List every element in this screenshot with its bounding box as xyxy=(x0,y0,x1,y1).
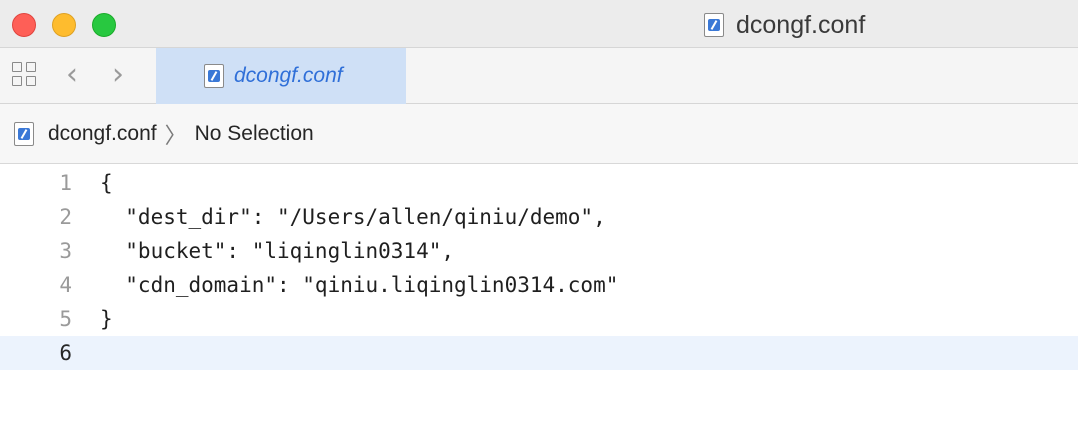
toolbar: ‹ › dcongf.conf xyxy=(0,48,1078,104)
title-bar: dcongf.conf xyxy=(0,0,1078,48)
code-text[interactable]: "dest_dir": "/Users/allen/qiniu/demo", xyxy=(100,200,605,234)
line-number: 5 xyxy=(59,307,72,331)
line-number: 1 xyxy=(59,171,72,195)
forward-chevron-icon[interactable]: › xyxy=(112,60,124,90)
code-text[interactable]: "cdn_domain": "qiniu.liqinglin0314.com" xyxy=(100,268,618,302)
tab-label: dcongf.conf xyxy=(234,64,343,87)
code-text[interactable]: } xyxy=(100,302,113,336)
code-line[interactable]: 4 "cdn_domain": "qiniu.liqinglin0314.com… xyxy=(0,268,1078,302)
breadcrumb: dcongf.conf 〉 No Selection xyxy=(0,104,1078,164)
code-text[interactable]: { xyxy=(100,166,113,200)
code-line[interactable]: 1 { xyxy=(0,166,1078,200)
code-line[interactable]: 2 "dest_dir": "/Users/allen/qiniu/demo", xyxy=(0,200,1078,234)
code-editor[interactable]: 1 { 2 "dest_dir": "/Users/allen/qiniu/de… xyxy=(0,164,1078,422)
close-window-button[interactable] xyxy=(12,13,36,37)
window-title: dcongf.conf xyxy=(736,10,866,39)
tab-dcongf-conf[interactable]: dcongf.conf xyxy=(156,48,406,104)
zoom-window-button[interactable] xyxy=(92,13,116,37)
minimize-window-button[interactable] xyxy=(52,13,76,37)
breadcrumb-chevron-icon: 〉 xyxy=(164,123,187,149)
line-number: 4 xyxy=(59,273,72,297)
current-code-line[interactable]: 6 xyxy=(0,336,1078,370)
code-text[interactable]: "bucket": "liqinglin0314", xyxy=(100,234,454,268)
breadcrumb-file[interactable]: dcongf.conf xyxy=(48,122,157,146)
breadcrumb-selection[interactable]: No Selection xyxy=(195,122,314,146)
conf-file-icon xyxy=(204,64,224,88)
code-line[interactable]: 5 } xyxy=(0,302,1078,336)
conf-file-icon xyxy=(704,13,724,37)
line-number: 2 xyxy=(59,205,72,229)
window-title-group: dcongf.conf xyxy=(704,10,865,40)
line-number: 6 xyxy=(59,341,72,365)
back-chevron-icon[interactable]: ‹ xyxy=(66,60,78,90)
conf-file-icon xyxy=(14,121,34,146)
code-line[interactable]: 3 "bucket": "liqinglin0314", xyxy=(0,234,1078,268)
line-number: 3 xyxy=(59,239,72,263)
grid-icon[interactable] xyxy=(12,62,38,88)
